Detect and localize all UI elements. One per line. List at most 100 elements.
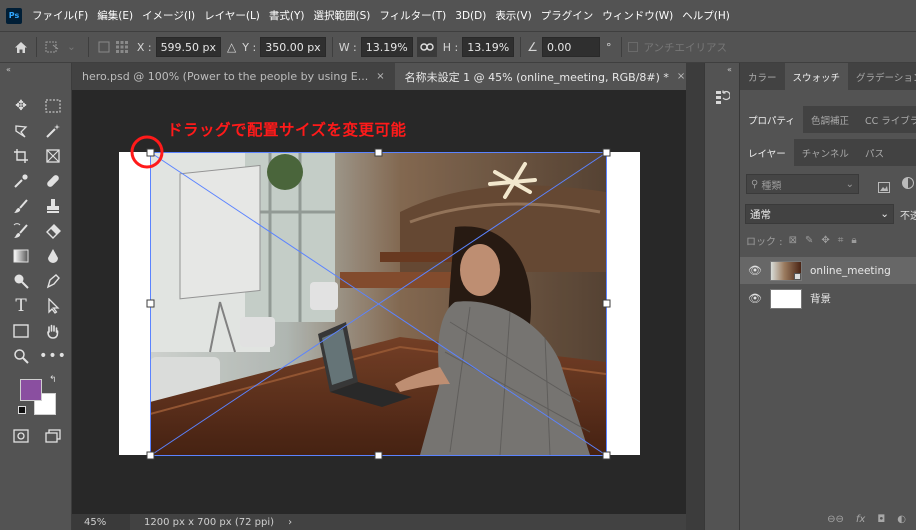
adjustment-layer-icon[interactable]: ◐ (897, 514, 906, 525)
menu-edit[interactable]: 編集(E) (97, 8, 133, 23)
move-tool-icon[interactable]: ✥ (10, 95, 32, 117)
menu-image[interactable]: イメージ(I) (142, 8, 195, 23)
frame-tool-icon[interactable] (42, 145, 64, 167)
foreground-color-swatch[interactable] (20, 379, 42, 401)
canvas-area[interactable]: ドラッグで配置サイズを変更可能 (72, 90, 686, 514)
collapse-toolbar-icon[interactable]: « (6, 65, 11, 74)
tab-color[interactable]: カラー (740, 63, 785, 90)
menu-filter[interactable]: フィルター(T) (379, 8, 446, 23)
image-filter-icon[interactable] (878, 178, 890, 197)
layer-name: online_meeting (810, 264, 891, 277)
width-input[interactable]: 13.19% (360, 37, 413, 57)
type-tool-icon[interactable]: T (10, 295, 32, 317)
path-selection-icon[interactable] (42, 295, 64, 317)
menu-select[interactable]: 選択範囲(S) (314, 8, 371, 23)
fx-icon[interactable]: fx (856, 514, 865, 525)
status-menu-arrow-icon[interactable]: › (288, 517, 292, 528)
blur-tool-icon[interactable] (42, 245, 64, 267)
layers-panel-tabs: レイヤー チャンネル パス (740, 139, 916, 166)
lasso-tool-icon[interactable] (10, 120, 32, 142)
tab-cc-libraries[interactable]: CC ライブラリ (857, 106, 916, 133)
layer-row-online-meeting[interactable]: 👁︎ online_meeting (740, 257, 916, 284)
tab-channels[interactable]: チャンネル (794, 139, 857, 166)
menu-file[interactable]: ファイル(F) (32, 8, 88, 23)
hand-tool-icon[interactable] (42, 320, 64, 342)
x-position-input[interactable]: 599.50 px (155, 37, 222, 57)
lock-all-icon[interactable]: 🔒︎ (851, 235, 856, 246)
transform-handle-bottom-right[interactable] (602, 451, 611, 460)
tab-paths[interactable]: パス (857, 139, 892, 166)
lock-label: ロック : (746, 237, 783, 248)
menu-plugins[interactable]: プラグイン (541, 8, 594, 23)
stamp-tool-icon[interactable] (42, 195, 64, 217)
marquee-tool-icon[interactable] (42, 95, 64, 117)
zoom-tool-icon[interactable] (10, 345, 32, 367)
tab-adjustments[interactable]: 色調補正 (803, 106, 857, 133)
brush-tool-icon[interactable] (10, 195, 32, 217)
dodge-tool-icon[interactable] (10, 270, 32, 292)
menu-3d[interactable]: 3D(D) (455, 10, 486, 22)
eraser-tool-icon[interactable] (42, 220, 64, 242)
visibility-eye-icon[interactable]: 👁︎ (740, 264, 770, 277)
default-colors-icon[interactable] (18, 406, 26, 414)
height-input[interactable]: 13.19% (462, 37, 515, 57)
antialias-checkbox[interactable] (628, 42, 639, 52)
gradient-tool-icon[interactable] (10, 245, 32, 267)
menu-layer[interactable]: レイヤー(L) (204, 8, 260, 23)
healing-brush-icon[interactable] (42, 170, 64, 192)
close-icon[interactable]: × (376, 71, 384, 82)
more-tools-icon[interactable]: ••• (39, 345, 66, 367)
y-position-input[interactable]: 350.00 px (260, 37, 326, 57)
collapse-panels-icon[interactable]: « (727, 65, 732, 74)
history-brush-icon[interactable] (10, 220, 32, 242)
transform-handle-left[interactable] (146, 299, 155, 308)
visibility-eye-icon[interactable]: 👁︎ (740, 292, 770, 305)
rectangle-tool-icon[interactable] (10, 320, 32, 342)
tab-hero-psd[interactable]: hero.psd @ 100% (Power to the people by … (72, 63, 395, 90)
home-icon[interactable] (12, 38, 30, 56)
link-icon[interactable] (416, 37, 437, 57)
angle-input[interactable]: 0.00 (541, 37, 600, 57)
lock-artboard-icon[interactable]: ⌗ (838, 235, 844, 246)
right-panels: カラー スウォッチ グラデーション プロパティ 色調補正 CC ライブラリ レイ… (740, 63, 916, 530)
reference-toggle-icon[interactable] (95, 38, 113, 56)
close-icon[interactable]: × (677, 71, 685, 82)
lock-image-icon[interactable]: ✎ (805, 235, 813, 246)
menu-view[interactable]: 表示(V) (495, 8, 531, 23)
add-mask-icon[interactable]: ◘ (877, 514, 885, 525)
adjustment-filter-icon[interactable] (902, 177, 914, 189)
zoom-level[interactable]: 45% (72, 514, 130, 530)
reference-grid-icon[interactable] (113, 38, 131, 56)
tab-gradients[interactable]: グラデーション (848, 63, 916, 90)
tab-layers[interactable]: レイヤー (740, 139, 794, 166)
tab-untitled-1[interactable]: 名称未設定 1 @ 45% (online_meeting, RGB/8#) *… (394, 63, 696, 90)
layer-row-background[interactable]: 👁︎ 背景 (740, 285, 916, 312)
menu-window[interactable]: ウィンドウ(W) (602, 8, 673, 23)
lock-position-icon[interactable]: ✥ (821, 235, 829, 246)
menu-type[interactable]: 書式(Y) (269, 8, 305, 23)
swap-colors-icon[interactable]: ↰ (49, 375, 57, 385)
layer-filter-search[interactable]: ⚲ 種類 ⌄ (746, 174, 859, 194)
tab-swatches[interactable]: スウォッチ (784, 63, 849, 90)
transform-handle-top-right[interactable] (602, 148, 611, 157)
transform-handle-top-left[interactable] (146, 148, 155, 157)
y-label: Y : (242, 40, 257, 54)
blend-mode-select[interactable]: 通常 ⌄ (745, 204, 894, 224)
pen-tool-icon[interactable] (42, 270, 64, 292)
transform-bounding-box[interactable] (72, 90, 686, 514)
magic-wand-icon[interactable] (42, 120, 64, 142)
reference-point-icon[interactable] (43, 38, 61, 56)
transform-handle-right[interactable] (602, 299, 611, 308)
history-panel-icon[interactable] (714, 89, 731, 109)
lock-transparent-icon[interactable]: ⊠ (789, 235, 797, 246)
menu-help[interactable]: ヘルプ(H) (682, 8, 730, 23)
eyedropper-icon[interactable] (10, 170, 32, 192)
tab-properties[interactable]: プロパティ (740, 106, 803, 133)
transform-handle-bottom-left[interactable] (146, 451, 155, 460)
crop-tool-icon[interactable] (10, 145, 32, 167)
transform-handle-top[interactable] (374, 148, 383, 157)
screen-mode-icon[interactable] (42, 425, 64, 447)
link-layers-icon[interactable]: ⊖⊖ (827, 514, 844, 525)
transform-handle-bottom[interactable] (374, 451, 383, 460)
quick-mask-icon[interactable] (10, 425, 32, 447)
